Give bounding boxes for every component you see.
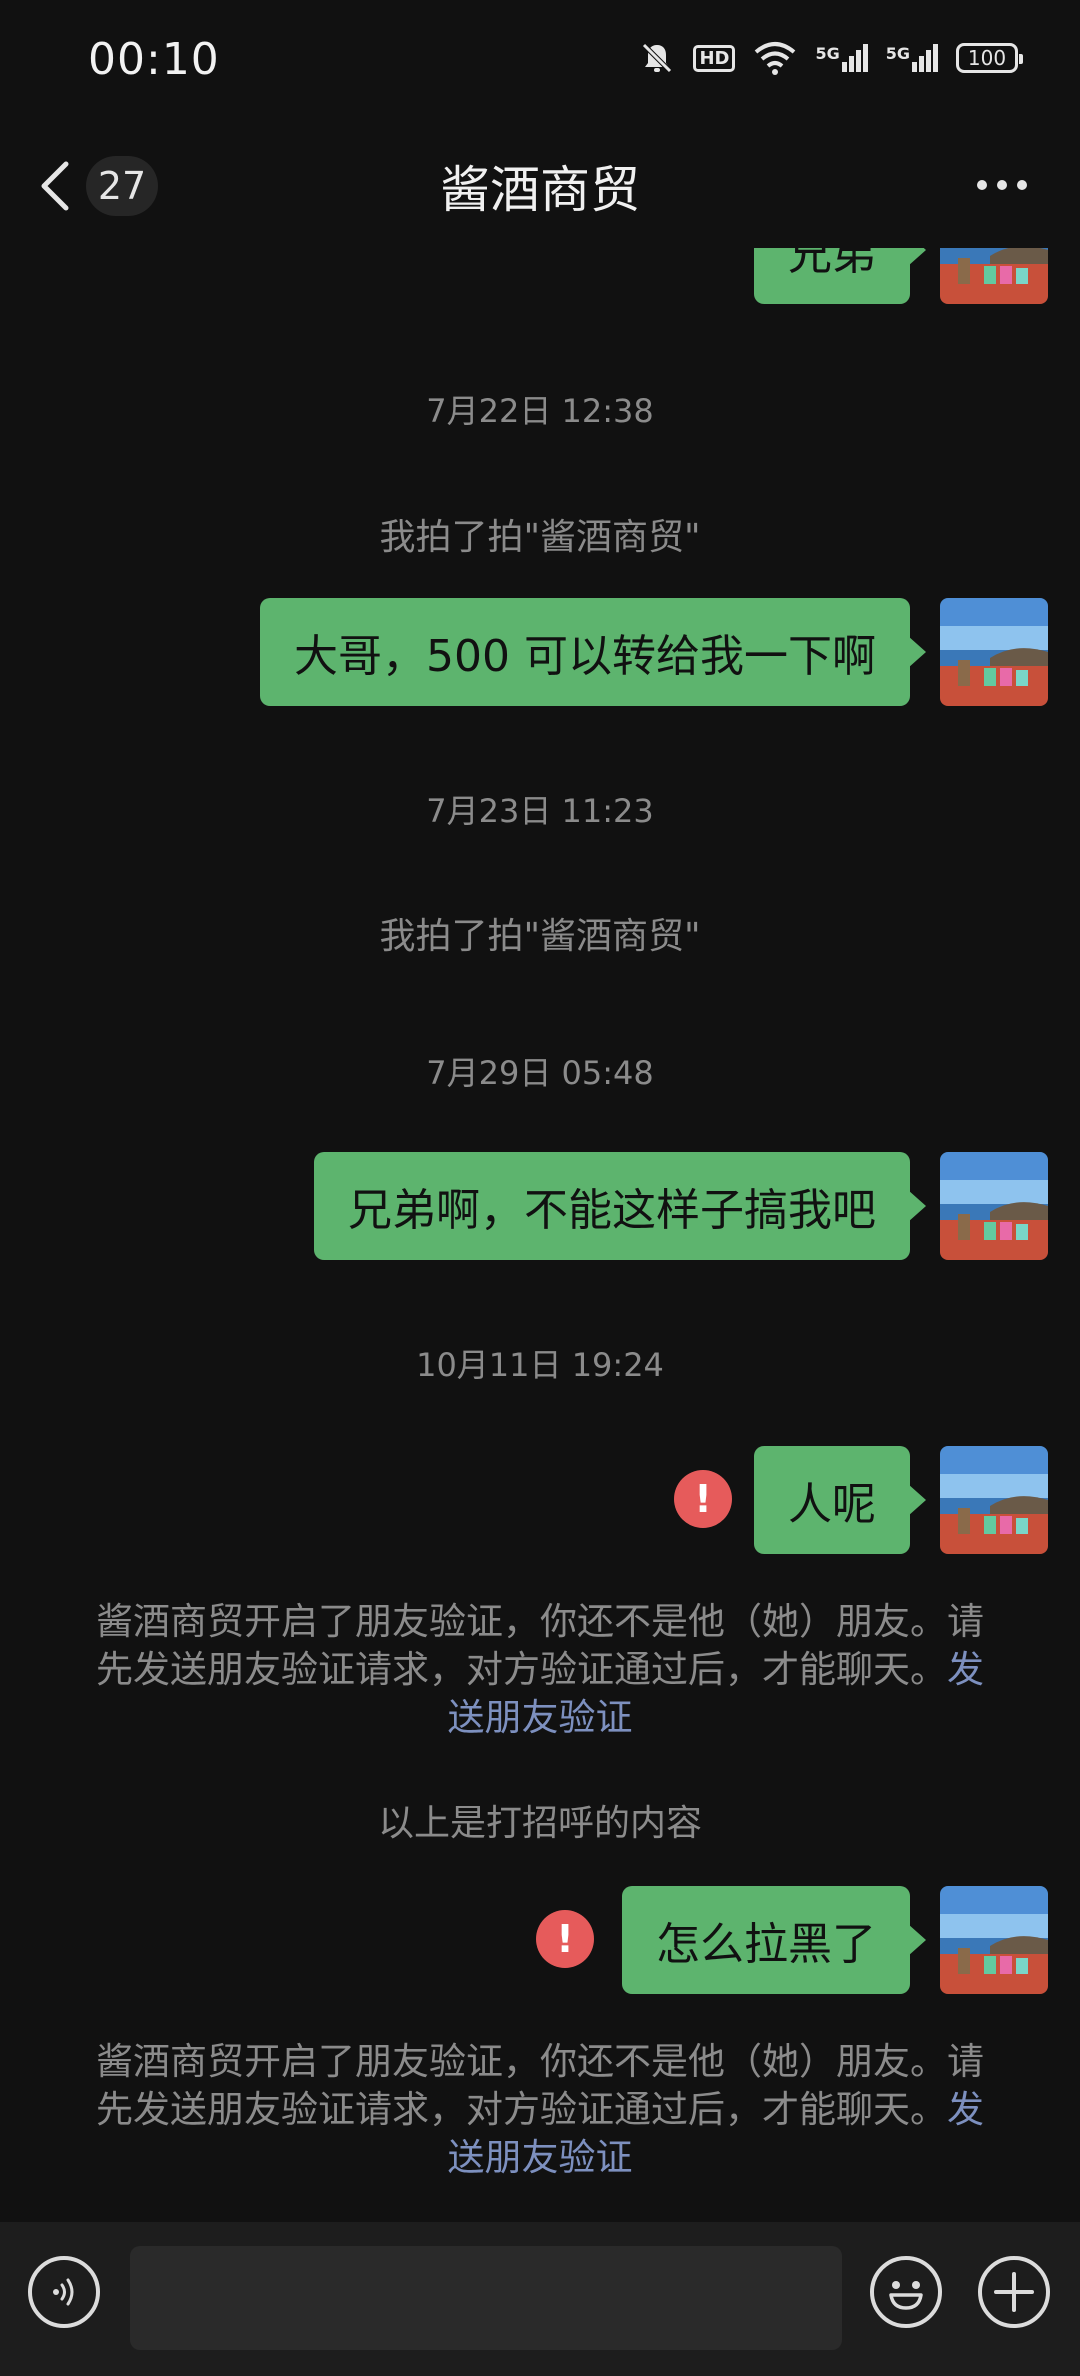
hd-icon: HD — [693, 44, 736, 72]
friend-verification-notice: 酱酒商贸开启了朋友验证，你还不是他（她）朋友。请先发送朋友验证请求，对方验证通过… — [96, 2040, 984, 2179]
more-icon[interactable] — [974, 170, 1030, 200]
emoji-icon — [889, 2281, 923, 2310]
avatar[interactable] — [940, 1446, 1048, 1554]
message-bubble[interactable]: 大哥，500 可以转给我一下啊 — [260, 598, 926, 706]
avatar[interactable] — [940, 1886, 1048, 1994]
message-bubble[interactable]: 人呢 — [754, 1446, 926, 1554]
message-bubble[interactable]: 兄弟 — [754, 248, 926, 304]
wifi-icon — [755, 42, 796, 75]
chat-area: 兄弟 7月22日 12:38 我拍了拍"酱酒商贸" 大哥，500 可以转给我一下… — [0, 248, 1080, 2222]
pat-notice: 我拍了拍"酱酒商贸" — [379, 517, 701, 558]
timestamp: 10月11日 19:24 — [416, 1346, 664, 1384]
message-input[interactable] — [130, 2246, 842, 2350]
timestamp: 7月23日 11:23 — [426, 792, 654, 830]
plus-icon — [994, 2272, 1034, 2312]
mute-icon — [642, 43, 673, 73]
battery-indicator: 100 — [956, 43, 1023, 73]
greeting-note: 以上是打招呼的内容 — [377, 1803, 702, 1844]
message-bubble[interactable]: 兄弟啊，不能这样子搞我吧 — [314, 1152, 926, 1260]
send-failed-icon[interactable]: ! — [674, 1470, 732, 1528]
signal-icon: 5G — [815, 44, 868, 72]
status-time: 00:10 — [88, 34, 220, 85]
avatar[interactable] — [940, 598, 1048, 706]
avatar[interactable] — [940, 248, 1048, 304]
emoji-button[interactable] — [870, 2256, 942, 2328]
status-icons: HD 5G 5G 100 — [639, 40, 1023, 76]
send-failed-icon[interactable]: ! — [536, 1910, 594, 1968]
voice-button[interactable] — [28, 2256, 100, 2328]
chat-title: 酱酒商贸 — [440, 161, 640, 219]
timestamp: 7月29日 05:48 — [426, 1054, 654, 1092]
voice-icon — [53, 2278, 74, 2306]
signal-icon-2: 5G — [886, 44, 938, 72]
message-bubble[interactable]: 怎么拉黑了 — [622, 1886, 926, 1994]
friend-verification-notice: 酱酒商贸开启了朋友验证，你还不是他（她）朋友。请先发送朋友验证请求，对方验证通过… — [96, 1600, 984, 1739]
more-actions-button[interactable] — [978, 2256, 1050, 2328]
pat-notice: 我拍了拍"酱酒商贸" — [379, 916, 701, 957]
timestamp: 7月22日 12:38 — [426, 392, 654, 430]
avatar[interactable] — [940, 1152, 1048, 1260]
